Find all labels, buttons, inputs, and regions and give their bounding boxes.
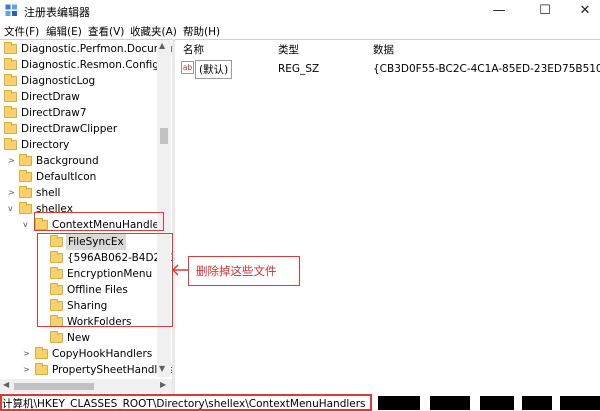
- value-name[interactable]: (默认): [195, 60, 233, 79]
- chevron-down-icon[interactable]: v: [8, 201, 16, 217]
- chevron-right-icon[interactable]: >: [23, 362, 31, 378]
- chevron-right-icon[interactable]: >: [8, 153, 16, 169]
- tree-item-label: PropertySheetHandlers: [52, 364, 172, 376]
- tree-item-label: Diagnostic.Resmon.Config: [21, 59, 159, 71]
- tree-item-label: DiagnosticLog: [21, 75, 96, 87]
- tree-item-label: Diagnostic.Perfmon.Documen: [21, 43, 172, 55]
- column-header-data[interactable]: 数据: [373, 42, 394, 57]
- tree-item-directory[interactable]: Directory: [0, 137, 160, 153]
- tree-item-label: CopyHookHandlers: [52, 348, 153, 360]
- redaction-block: [560, 396, 600, 410]
- tree-item-directdraw7[interactable]: DirectDraw7: [0, 105, 160, 121]
- tree-item-label: shell: [36, 187, 61, 199]
- tree-item-label: New: [67, 332, 90, 344]
- values-list[interactable]: 名称 类型 数据 ab (默认) REG_SZ {CB3D0F55-BC2C-4…: [175, 39, 600, 394]
- scrollbar-thumb[interactable]: [14, 383, 94, 390]
- menu-bar: 文件(F) 编辑(E) 查看(V) 收藏夹(A) 帮助(H): [0, 22, 600, 39]
- tree-item-directdrawclipper[interactable]: DirectDrawClipper: [0, 121, 160, 137]
- tree-horizontal-scrollbar[interactable]: ◀ ▶: [0, 379, 172, 393]
- scroll-up-icon[interactable]: ▲: [159, 41, 165, 50]
- chevron-down-icon[interactable]: v: [23, 217, 31, 233]
- annotation-arrow-icon: [172, 264, 189, 276]
- title-bar: 注册表编辑器 — ☐ ✕: [0, 0, 600, 22]
- registry-editor-icon: [5, 4, 17, 16]
- menu-edit[interactable]: 编辑(E): [46, 24, 82, 39]
- annotation-box-contextmenuhandlers: [34, 212, 164, 231]
- annotation-text: 删除掉这些文件: [196, 264, 277, 278]
- tree-item-diagnostic-perfmon[interactable]: Diagnostic.Perfmon.Documen: [0, 41, 172, 57]
- menu-view[interactable]: 查看(V): [88, 24, 124, 39]
- tree-item-defaulticon[interactable]: DefaultIcon: [0, 169, 160, 185]
- redaction-block: [522, 396, 552, 410]
- scroll-left-icon[interactable]: ◀: [3, 380, 9, 389]
- tree-item-label: Directory: [21, 139, 70, 151]
- folder-icon: [4, 58, 17, 70]
- chevron-right-icon[interactable]: >: [8, 185, 16, 201]
- tree-item-background[interactable]: > Background: [0, 153, 160, 169]
- tree-item-directdraw[interactable]: DirectDraw: [0, 89, 160, 105]
- chevron-right-icon[interactable]: >: [23, 346, 31, 362]
- window-title: 注册表编辑器: [24, 6, 90, 19]
- folder-icon: [4, 138, 17, 150]
- annotation-box-handlers: [37, 233, 173, 327]
- scrollbar-thumb[interactable]: [160, 128, 168, 144]
- folder-icon: [50, 331, 63, 343]
- tree-item-propertysheethandlers[interactable]: > PropertySheetHandlers: [0, 362, 172, 378]
- tree-item-diagnosticlog[interactable]: DiagnosticLog: [0, 73, 160, 89]
- maximize-button[interactable]: ☐: [530, 2, 560, 20]
- annotation-box-status-path: [0, 394, 372, 411]
- folder-icon: [4, 74, 17, 86]
- menu-file[interactable]: 文件(F): [4, 24, 39, 39]
- value-data: {CB3D0F55-BC2C-4C1A-85ED-23ED75B5106B}: [373, 63, 600, 75]
- scroll-right-icon[interactable]: ▶: [160, 380, 166, 389]
- tree-item-diagnostic-resmon[interactable]: Diagnostic.Resmon.Config: [0, 57, 160, 73]
- tree-item-copyhookhandlers[interactable]: > CopyHookHandlers: [0, 346, 160, 362]
- tree-item-new[interactable]: New: [0, 330, 160, 346]
- folder-icon: [35, 363, 48, 375]
- column-header-name[interactable]: 名称: [183, 42, 204, 57]
- column-header-type[interactable]: 类型: [278, 42, 299, 57]
- folder-icon: [19, 154, 32, 166]
- folder-icon: [35, 347, 48, 359]
- registry-tree[interactable]: Diagnostic.Perfmon.Documen Diagnostic.Re…: [0, 39, 172, 379]
- redaction-block: [430, 396, 470, 410]
- folder-icon: [19, 186, 32, 198]
- tree-item-label: DirectDraw: [21, 91, 80, 103]
- tree-item-label: Background: [36, 155, 99, 167]
- folder-icon: [19, 202, 32, 214]
- menu-favorites[interactable]: 收藏夹(A): [130, 24, 177, 39]
- folder-icon: [4, 42, 17, 54]
- menu-help[interactable]: 帮助(H): [183, 24, 220, 39]
- tree-item-label: DirectDrawClipper: [21, 123, 118, 135]
- redaction-block: [378, 396, 420, 410]
- folder-icon: [4, 90, 17, 102]
- minimize-button[interactable]: —: [484, 2, 514, 20]
- tree-item-shell[interactable]: > shell: [0, 185, 160, 201]
- tree-item-label: DirectDraw7: [21, 107, 87, 119]
- folder-icon: [19, 170, 32, 182]
- folder-icon: [4, 122, 17, 134]
- string-value-icon: ab: [181, 61, 194, 74]
- tree-item-label: DefaultIcon: [36, 171, 97, 183]
- folder-icon: [4, 106, 17, 118]
- redaction-block: [480, 396, 514, 410]
- scroll-down-icon[interactable]: ▼: [159, 364, 165, 373]
- value-type: REG_SZ: [278, 63, 320, 75]
- close-button[interactable]: ✕: [570, 2, 600, 20]
